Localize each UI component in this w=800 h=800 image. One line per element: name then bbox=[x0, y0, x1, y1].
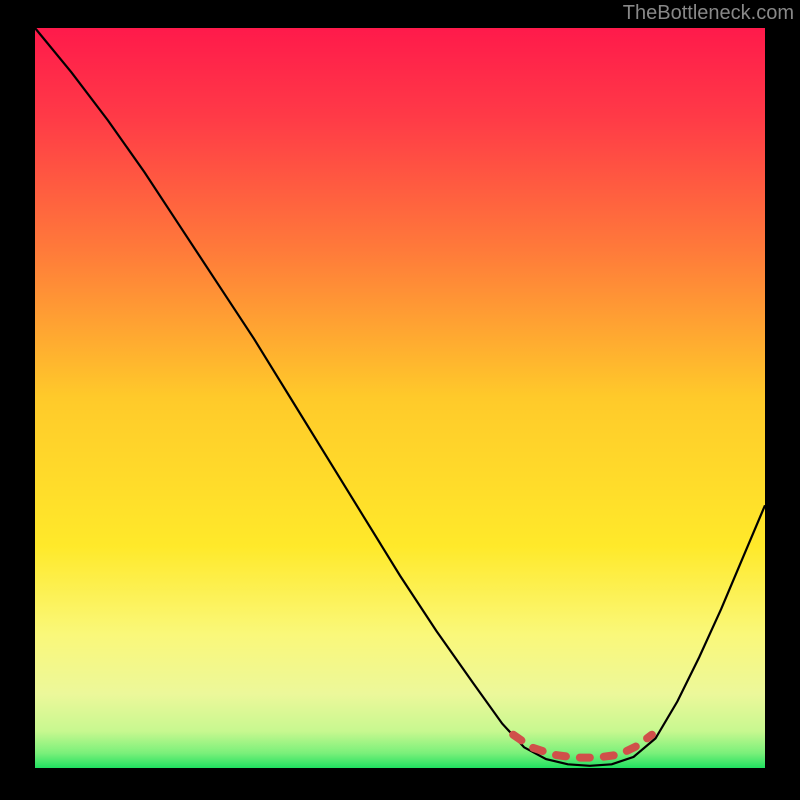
chart-container: TheBottleneck.com bbox=[0, 0, 800, 800]
bottleneck-chart bbox=[0, 0, 800, 800]
watermark-text: TheBottleneck.com bbox=[623, 2, 794, 25]
